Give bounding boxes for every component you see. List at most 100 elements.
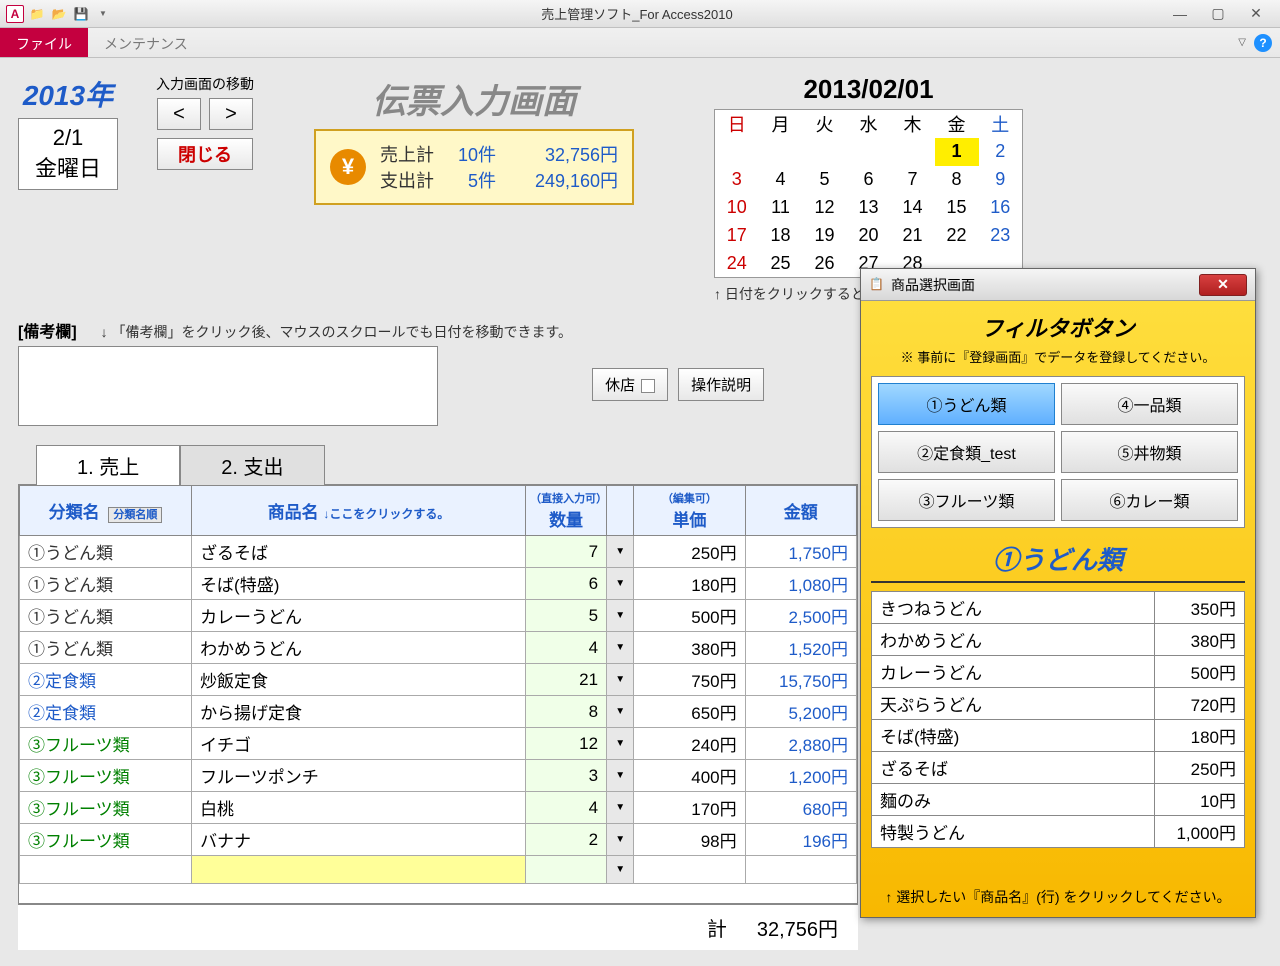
filter-button[interactable]: ②定食類_test bbox=[878, 431, 1055, 473]
cell-category[interactable]: ③フルーツ類 bbox=[20, 824, 192, 856]
calendar-day[interactable]: 25 bbox=[759, 250, 803, 278]
table-row[interactable]: ③フルーツ類フルーツポンチ3▼400円1,200円 bbox=[20, 760, 857, 792]
calendar-day[interactable]: 6 bbox=[847, 166, 891, 194]
cell-category[interactable]: ③フルーツ類 bbox=[20, 760, 192, 792]
close-window-button[interactable]: ✕ bbox=[1238, 4, 1274, 24]
cell-category[interactable]: ②定食類 bbox=[20, 664, 192, 696]
next-day-button[interactable]: > bbox=[209, 98, 253, 130]
close-form-button[interactable]: 閉じる bbox=[157, 138, 253, 170]
qat-dropdown-icon[interactable]: ▼ bbox=[94, 5, 112, 23]
cell-product[interactable]: バナナ bbox=[192, 824, 526, 856]
popup-item-name[interactable]: 天ぷらうどん bbox=[872, 688, 1155, 720]
popup-item-name[interactable]: そば(特盛) bbox=[872, 720, 1155, 752]
calendar-day[interactable]: 15 bbox=[935, 194, 979, 222]
qty-dropdown-icon[interactable]: ▼ bbox=[607, 568, 634, 600]
cell-category[interactable]: ①うどん類 bbox=[20, 536, 192, 568]
calendar-day[interactable]: 23 bbox=[979, 222, 1023, 250]
cell-qty[interactable]: 12 bbox=[526, 728, 607, 760]
cell-product[interactable]: わかめうどん bbox=[192, 632, 526, 664]
popup-item-row[interactable]: 特製うどん1,000円 bbox=[872, 816, 1245, 848]
table-row[interactable]: ①うどん類カレーうどん5▼500円2,500円 bbox=[20, 600, 857, 632]
calendar-day[interactable]: 10 bbox=[715, 194, 759, 222]
qty-dropdown-icon[interactable]: ▼ bbox=[607, 696, 634, 728]
calendar-day[interactable]: 20 bbox=[847, 222, 891, 250]
cell-product[interactable]: から揚げ定食 bbox=[192, 696, 526, 728]
cell-unit[interactable]: 98円 bbox=[634, 824, 745, 856]
calendar-day[interactable]: 16 bbox=[979, 194, 1023, 222]
calendar-day[interactable]: 21 bbox=[891, 222, 935, 250]
filter-button[interactable]: ③フルーツ類 bbox=[878, 479, 1055, 521]
cell-unit[interactable]: 380円 bbox=[634, 632, 745, 664]
qty-dropdown-icon[interactable]: ▼ bbox=[607, 600, 634, 632]
prev-day-button[interactable]: < bbox=[157, 98, 201, 130]
save-icon[interactable]: 💾 bbox=[72, 5, 90, 23]
calendar-day[interactable]: 26 bbox=[803, 250, 847, 278]
cell-qty[interactable]: 7 bbox=[526, 536, 607, 568]
holiday-checkbox[interactable] bbox=[641, 379, 655, 393]
calendar-day[interactable]: 8 bbox=[935, 166, 979, 194]
calendar-day[interactable]: 5 bbox=[803, 166, 847, 194]
cell-unit[interactable]: 250円 bbox=[634, 536, 745, 568]
cell-qty[interactable]: 4 bbox=[526, 632, 607, 664]
popup-item-row[interactable]: そば(特盛)180円 bbox=[872, 720, 1245, 752]
table-row[interactable]: ①うどん類わかめうどん4▼380円1,520円 bbox=[20, 632, 857, 664]
cell-product[interactable]: イチゴ bbox=[192, 728, 526, 760]
cell-unit[interactable]: 180円 bbox=[634, 568, 745, 600]
tab-sishutsu[interactable]: 2. 支出 bbox=[180, 445, 324, 485]
filter-button[interactable]: ⑥カレー類 bbox=[1061, 479, 1238, 521]
table-row[interactable]: ①うどん類そば(特盛)6▼180円1,080円 bbox=[20, 568, 857, 600]
ribbon-tab-maintenance[interactable]: メンテナンス bbox=[88, 28, 204, 57]
cell-category[interactable]: ①うどん類 bbox=[20, 568, 192, 600]
popup-item-row[interactable]: 麵のみ10円 bbox=[872, 784, 1245, 816]
calendar-day[interactable]: 3 bbox=[715, 166, 759, 194]
qty-dropdown-icon[interactable]: ▼ bbox=[607, 856, 634, 884]
folder-open-icon[interactable]: 📂 bbox=[50, 5, 68, 23]
popup-item-name[interactable]: ざるそば bbox=[872, 752, 1155, 784]
cell-product[interactable]: そば(特盛) bbox=[192, 568, 526, 600]
qty-dropdown-icon[interactable]: ▼ bbox=[607, 664, 634, 696]
calendar-day[interactable]: 11 bbox=[759, 194, 803, 222]
table-row-empty[interactable]: ▼ bbox=[20, 856, 857, 884]
popup-item-name[interactable]: 特製うどん bbox=[872, 816, 1155, 848]
table-row[interactable]: ③フルーツ類白桃4▼170円680円 bbox=[20, 792, 857, 824]
minimize-button[interactable]: — bbox=[1162, 4, 1198, 24]
memo-input[interactable] bbox=[18, 346, 438, 426]
ribbon-tab-file[interactable]: ファイル bbox=[0, 28, 88, 57]
cell-unit[interactable]: 750円 bbox=[634, 664, 745, 696]
popup-item-row[interactable]: ざるそば250円 bbox=[872, 752, 1245, 784]
table-row[interactable]: ②定食類から揚げ定食8▼650円5,200円 bbox=[20, 696, 857, 728]
qty-dropdown-icon[interactable]: ▼ bbox=[607, 728, 634, 760]
calendar-day[interactable]: 24 bbox=[715, 250, 759, 278]
qty-dropdown-icon[interactable]: ▼ bbox=[607, 760, 634, 792]
popup-item-name[interactable]: 麵のみ bbox=[872, 784, 1155, 816]
calendar-day[interactable]: 2 bbox=[979, 138, 1023, 166]
calendar-day[interactable]: 18 bbox=[759, 222, 803, 250]
table-row[interactable]: ①うどん類ざるそば7▼250円1,750円 bbox=[20, 536, 857, 568]
cell-qty[interactable]: 4 bbox=[526, 792, 607, 824]
cell-category[interactable]: ③フルーツ類 bbox=[20, 792, 192, 824]
table-row[interactable]: ②定食類炒飯定食21▼750円15,750円 bbox=[20, 664, 857, 696]
popup-item-row[interactable]: 天ぷらうどん720円 bbox=[872, 688, 1245, 720]
qty-dropdown-icon[interactable]: ▼ bbox=[607, 824, 634, 856]
calendar-day[interactable]: 22 bbox=[935, 222, 979, 250]
cell-product[interactable]: 白桃 bbox=[192, 792, 526, 824]
popup-item-row[interactable]: わかめうどん380円 bbox=[872, 624, 1245, 656]
calendar-day[interactable]: 1 bbox=[935, 138, 979, 166]
cell-unit[interactable]: 240円 bbox=[634, 728, 745, 760]
sort-button[interactable]: 分類名順 bbox=[108, 507, 162, 523]
help-icon[interactable]: ? bbox=[1254, 34, 1272, 52]
calendar-day[interactable]: 9 bbox=[979, 166, 1023, 194]
cell-unit[interactable]: 650円 bbox=[634, 696, 745, 728]
cell-qty[interactable]: 5 bbox=[526, 600, 607, 632]
cell-category[interactable]: ②定食類 bbox=[20, 696, 192, 728]
calendar-day[interactable]: 12 bbox=[803, 194, 847, 222]
filter-button[interactable]: ⑤丼物類 bbox=[1061, 431, 1238, 473]
popup-close-button[interactable]: ✕ bbox=[1199, 274, 1247, 296]
calendar-day[interactable]: 19 bbox=[803, 222, 847, 250]
calendar-day[interactable]: 7 bbox=[891, 166, 935, 194]
table-row[interactable]: ③フルーツ類イチゴ12▼240円2,880円 bbox=[20, 728, 857, 760]
popup-item-row[interactable]: きつねうどん350円 bbox=[872, 592, 1245, 624]
cell-qty[interactable]: 21 bbox=[526, 664, 607, 696]
qty-dropdown-icon[interactable]: ▼ bbox=[607, 792, 634, 824]
cell-unit[interactable]: 170円 bbox=[634, 792, 745, 824]
